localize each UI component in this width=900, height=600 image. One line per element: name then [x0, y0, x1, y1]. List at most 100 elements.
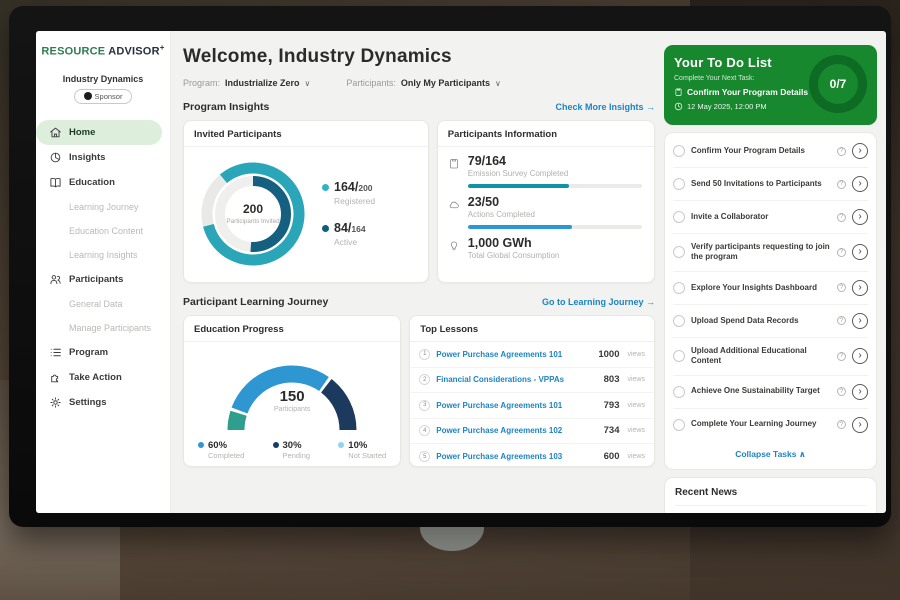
- task-checkbox[interactable]: [673, 246, 685, 258]
- participants-filter[interactable]: Participants: Only My Participants ∨: [346, 78, 500, 88]
- task-row[interactable]: Send 50 Invitations to Participants ? ›: [673, 167, 868, 200]
- sidebar-item-label: Education Content: [69, 226, 143, 236]
- metric-label: Actions Completed: [468, 210, 535, 219]
- sidebar-item-take-action[interactable]: Take Action: [36, 365, 170, 390]
- org-name: Industry Dynamics: [36, 74, 170, 84]
- clipboard-icon: [674, 87, 683, 97]
- program-filter[interactable]: Program: Industrialize Zero ∨: [183, 78, 310, 88]
- sidebar-item-home[interactable]: Home: [36, 120, 162, 145]
- help-icon[interactable]: ?: [837, 316, 846, 325]
- views-label: views: [627, 453, 645, 460]
- sidebar-item-learning-insights[interactable]: Learning Insights: [36, 243, 170, 267]
- task-row[interactable]: Upload Spend Data Records ? ›: [673, 304, 868, 337]
- monitor-bezel: RESOURCE ADVISOR+ Industry Dynamics Spon…: [9, 6, 891, 527]
- help-icon[interactable]: ?: [837, 352, 846, 361]
- sidebar-item-participants[interactable]: Participants: [36, 267, 170, 292]
- task-row[interactable]: Achieve One Sustainability Target ? ›: [673, 375, 868, 408]
- lesson-rank: 4: [419, 425, 430, 436]
- help-icon[interactable]: ?: [837, 387, 846, 396]
- task-label: Upload Additional Educational Content: [691, 346, 831, 367]
- chevron-right-icon[interactable]: ›: [852, 244, 868, 260]
- help-icon[interactable]: ?: [837, 213, 846, 222]
- lesson-link[interactable]: Financial Considerations - VPPAs: [436, 375, 597, 384]
- education-progress-card: Education Progress 150 Participants: [183, 315, 401, 467]
- chevron-right-icon[interactable]: ›: [852, 143, 868, 159]
- participants-icon: [49, 273, 62, 286]
- chevron-right-icon[interactable]: ›: [852, 417, 868, 433]
- check-more-insights-link[interactable]: Check More Insights →: [555, 102, 655, 112]
- go-to-learning-journey-link[interactable]: Go to Learning Journey →: [542, 297, 655, 307]
- lesson-link[interactable]: Power Purchase Agreements 102: [436, 426, 597, 435]
- task-checkbox[interactable]: [673, 282, 685, 294]
- task-checkbox[interactable]: [673, 315, 685, 327]
- card-title: Participants Information: [438, 121, 654, 147]
- bulb-icon: [448, 236, 461, 260]
- chevron-right-icon[interactable]: ›: [852, 176, 868, 192]
- lesson-row: 1 Power Purchase Agreements 101 1000 vie…: [410, 342, 654, 368]
- participants-filter-value: Only My Participants: [401, 78, 490, 88]
- chevron-right-icon[interactable]: ›: [852, 280, 868, 296]
- help-icon[interactable]: ?: [837, 248, 846, 257]
- program-insights-header: Program Insights Check More Insights →: [183, 101, 655, 113]
- task-row[interactable]: Upload Additional Educational Content ? …: [673, 337, 868, 375]
- sidebar-item-education-content[interactable]: Education Content: [36, 219, 170, 243]
- sidebar-item-insights[interactable]: Insights: [36, 145, 170, 170]
- todo-datetime: 12 May 2025, 12:00 PM: [674, 102, 808, 111]
- section-title: Participant Learning Journey: [183, 296, 328, 308]
- sidebar-item-program[interactable]: Program: [36, 340, 170, 365]
- photo-background: RESOURCE ADVISOR+ Industry Dynamics Spon…: [0, 0, 900, 600]
- lesson-rank: 5: [419, 451, 430, 462]
- sponsor-icon: [84, 92, 92, 100]
- chevron-right-icon[interactable]: ›: [852, 384, 868, 400]
- help-icon[interactable]: ?: [837, 283, 846, 292]
- sidebar-item-learning-journey[interactable]: Learning Journey: [36, 195, 170, 219]
- legend-registered: 164/200 Registered: [322, 181, 375, 206]
- task-row[interactable]: Verify participants requesting to join t…: [673, 233, 868, 271]
- link-label: Check More Insights: [555, 102, 643, 112]
- task-checkbox[interactable]: [673, 350, 685, 362]
- chevron-right-icon[interactable]: ›: [852, 313, 868, 329]
- active-value: 84/: [334, 221, 351, 235]
- help-icon[interactable]: ?: [837, 420, 846, 429]
- help-icon[interactable]: ?: [837, 180, 846, 189]
- chevron-right-icon[interactable]: ›: [852, 348, 868, 364]
- lesson-link[interactable]: Power Purchase Agreements 101: [436, 350, 592, 359]
- task-row[interactable]: Invite a Collaborator ? ›: [673, 200, 868, 233]
- collapse-tasks-link[interactable]: Collapse Tasks ∧: [673, 441, 868, 467]
- lesson-link[interactable]: Power Purchase Agreements 101: [436, 401, 597, 410]
- sidebar-item-label: Education: [69, 177, 115, 188]
- sidebar-item-label: General Data: [69, 299, 123, 309]
- help-icon[interactable]: ?: [837, 147, 846, 156]
- participants-information-card: Participants Information 79/164 Emission…: [437, 120, 655, 283]
- metric-emission-survey: 79/164 Emission Survey Completed: [438, 147, 654, 188]
- main-content: Welcome, Industry Dynamics Program: Indu…: [171, 31, 659, 513]
- sidebar-item-manage-participants[interactable]: Manage Participants: [36, 316, 170, 340]
- sidebar-item-education[interactable]: Education: [36, 170, 170, 195]
- sidebar-item-label: Settings: [69, 397, 106, 408]
- page-title: Welcome, Industry Dynamics: [183, 46, 655, 68]
- task-checkbox[interactable]: [673, 211, 685, 223]
- task-checkbox[interactable]: [673, 419, 685, 431]
- sidebar-item-settings[interactable]: Settings: [36, 390, 170, 415]
- sidebar-item-general-data[interactable]: General Data: [36, 292, 170, 316]
- lesson-link[interactable]: Power Purchase Agreements 103: [436, 452, 597, 461]
- task-checkbox[interactable]: [673, 178, 685, 190]
- gauge-legend: 60% Completed 30% Pending: [184, 434, 400, 460]
- legend-dot: [322, 225, 329, 232]
- settings-icon: [49, 396, 62, 409]
- chevron-right-icon[interactable]: ›: [852, 209, 868, 225]
- education-icon: [49, 176, 62, 189]
- insights-icon: [49, 151, 62, 164]
- task-checkbox[interactable]: [673, 145, 685, 157]
- task-row[interactable]: Complete Your Learning Journey ? ›: [673, 408, 868, 441]
- views-label: views: [627, 376, 645, 383]
- legend-not-started: 10% Not Started: [338, 440, 386, 460]
- invited-donut-chart: 200 Participants Invited 164/200 Registe: [184, 147, 428, 275]
- task-checkbox[interactable]: [673, 386, 685, 398]
- legend-dot: [273, 442, 279, 448]
- task-label: Confirm Your Program Details: [691, 146, 831, 156]
- views-label: views: [627, 427, 645, 434]
- legend-label: Not Started: [348, 451, 386, 460]
- task-row[interactable]: Explore Your Insights Dashboard ? ›: [673, 271, 868, 304]
- task-row[interactable]: Confirm Your Program Details ? ›: [673, 135, 868, 167]
